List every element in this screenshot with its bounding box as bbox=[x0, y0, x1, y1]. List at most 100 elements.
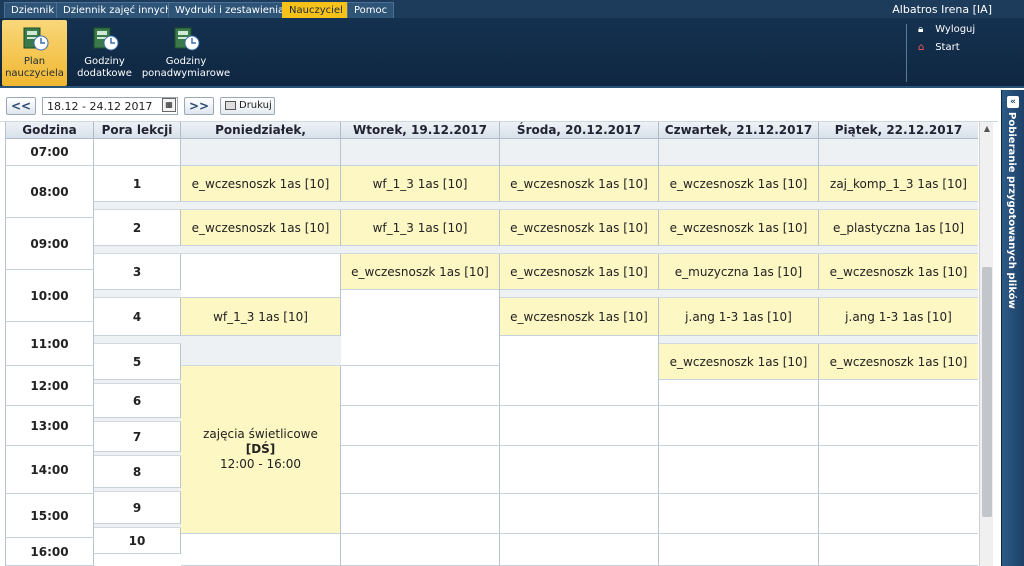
lesson-cell[interactable]: wf_1_3 1as [10] bbox=[181, 298, 341, 336]
downloads-side-panel[interactable]: « Pobieranie przygotowanych plików bbox=[1001, 90, 1024, 566]
hour-cell: 09:00 bbox=[6, 218, 94, 270]
date-range-input[interactable] bbox=[42, 97, 178, 115]
period-cell: 9 bbox=[94, 492, 181, 524]
ribbon-separator bbox=[906, 24, 907, 82]
break-gap bbox=[500, 202, 659, 210]
next-week-button[interactable]: >> bbox=[184, 97, 214, 115]
scroll-up-arrow-icon[interactable]: ▲ bbox=[980, 122, 994, 136]
empty-slot[interactable] bbox=[819, 494, 978, 534]
period-cell: 10 bbox=[94, 528, 181, 554]
period-cell: 4 bbox=[94, 298, 181, 336]
lesson-cell[interactable]: wf_1_3 1as [10] bbox=[341, 166, 500, 202]
lesson-cell[interactable]: e_wczesnoszk 1as [10] bbox=[659, 344, 819, 380]
home-icon: ⌂ bbox=[918, 42, 925, 53]
empty-slot[interactable] bbox=[659, 446, 819, 494]
empty-slot[interactable] bbox=[500, 336, 659, 406]
godziny-dodatkowe-button[interactable]: Godziny dodatkowe bbox=[72, 20, 137, 86]
lesson-cell[interactable]: wf_1_3 1as [10] bbox=[341, 210, 500, 246]
empty-slot[interactable] bbox=[341, 494, 500, 534]
collapse-icon[interactable]: « bbox=[1007, 96, 1019, 108]
hour-cell: 14:00 bbox=[6, 446, 94, 494]
break-gap bbox=[181, 336, 341, 366]
lesson-cell[interactable]: e_wczesnoszk 1as [10] bbox=[500, 166, 659, 202]
godziny-ponadwymiarowe-button[interactable]: Godziny ponadwymiarowe bbox=[140, 20, 232, 86]
empty-slot[interactable] bbox=[181, 254, 341, 298]
period-cell: 3 bbox=[94, 254, 181, 290]
hour-cell: 10:00 bbox=[6, 270, 94, 322]
long-event-time: 12:00 - 16:00 bbox=[219, 457, 302, 471]
break-gap bbox=[500, 246, 659, 254]
menu-tab-dziennik[interactable]: Dziennik bbox=[4, 2, 62, 18]
printer-icon bbox=[225, 100, 236, 110]
empty-slot[interactable] bbox=[819, 139, 978, 166]
lesson-cell[interactable]: j.ang 1-3 1as [10] bbox=[659, 298, 819, 336]
break-gap bbox=[819, 290, 978, 298]
empty-slot[interactable] bbox=[659, 406, 819, 446]
start-link[interactable]: ⌂ Start bbox=[918, 41, 960, 55]
menu-tab-wydruki[interactable]: Wydruki i zestawienia bbox=[168, 2, 292, 18]
lesson-cell[interactable]: e_wczesnoszk 1as [10] bbox=[659, 166, 819, 202]
lesson-cell[interactable]: e_wczesnoszk 1as [10] bbox=[819, 344, 978, 380]
empty-slot[interactable] bbox=[659, 534, 819, 566]
menu-tab-pomoc[interactable]: Pomoc bbox=[347, 2, 395, 18]
break-gap bbox=[500, 290, 659, 298]
empty-slot[interactable] bbox=[819, 446, 978, 494]
hour-cell: 16:00 bbox=[6, 538, 94, 566]
empty-slot[interactable] bbox=[659, 380, 819, 406]
prev-week-button[interactable]: << bbox=[6, 97, 36, 115]
lesson-cell[interactable]: e_muzyczna 1as [10] bbox=[659, 254, 819, 290]
period-empty bbox=[94, 139, 181, 166]
empty-slot[interactable] bbox=[341, 139, 500, 166]
header-pora-lekcji: Pora lekcji bbox=[94, 122, 181, 139]
break-gap bbox=[181, 202, 341, 210]
plan-nauczyciela-button[interactable]: Plan nauczyciela bbox=[2, 20, 67, 86]
empty-slot[interactable] bbox=[819, 380, 978, 406]
empty-slot[interactable] bbox=[341, 290, 500, 366]
print-button[interactable]: Drukuj bbox=[220, 97, 275, 115]
empty-slot[interactable] bbox=[341, 446, 500, 494]
ribbon-button-label-line2: ponadwymiarowe bbox=[141, 68, 231, 79]
empty-slot[interactable] bbox=[819, 534, 978, 566]
empty-slot[interactable] bbox=[181, 139, 341, 166]
empty-slot[interactable] bbox=[181, 534, 341, 566]
ribbon-button-label-line1: Godziny bbox=[84, 56, 125, 67]
lesson-cell[interactable]: j.ang 1-3 1as [10] bbox=[819, 298, 978, 336]
break-gap bbox=[94, 202, 181, 210]
long-event-cell[interactable]: zajęcia świetlicowe [DŚ] 12:00 - 16:00 bbox=[181, 366, 341, 534]
lesson-cell[interactable]: e_wczesnoszk 1as [10] bbox=[341, 254, 500, 290]
empty-slot[interactable] bbox=[341, 366, 500, 406]
menu-tab-dziennik-zajec-innych[interactable]: Dziennik zajęć innych bbox=[56, 2, 179, 18]
long-event-title: zajęcia świetlicowe bbox=[203, 427, 318, 441]
toolbar: << ▦ >> Drukuj bbox=[0, 88, 998, 122]
empty-slot[interactable] bbox=[659, 494, 819, 534]
lesson-cell[interactable]: e_wczesnoszk 1as [10] bbox=[819, 254, 978, 290]
break-gap bbox=[819, 202, 978, 210]
empty-slot[interactable] bbox=[500, 406, 659, 446]
calendar-board-icon bbox=[174, 27, 200, 51]
lesson-cell[interactable]: e_wczesnoszk 1as [10] bbox=[500, 254, 659, 290]
vertical-scrollbar[interactable]: ▲ bbox=[979, 122, 993, 566]
calendar-icon[interactable]: ▦ bbox=[162, 98, 176, 112]
wyloguj-link[interactable]: 🔒︎ Wyloguj bbox=[918, 23, 975, 37]
lesson-cell[interactable]: e_wczesnoszk 1as [10] bbox=[659, 210, 819, 246]
empty-slot[interactable] bbox=[500, 139, 659, 166]
break-gap bbox=[819, 246, 978, 254]
empty-slot[interactable] bbox=[819, 406, 978, 446]
empty-slot[interactable] bbox=[500, 534, 659, 566]
lesson-cell[interactable]: zaj_komp_1_3 1as [10] bbox=[819, 166, 978, 202]
empty-slot[interactable] bbox=[500, 446, 659, 494]
empty-slot[interactable] bbox=[341, 534, 500, 566]
empty-slot[interactable] bbox=[659, 139, 819, 166]
empty-slot[interactable] bbox=[500, 494, 659, 534]
lesson-cell[interactable]: e_wczesnoszk 1as [10] bbox=[500, 210, 659, 246]
scroll-thumb[interactable] bbox=[982, 267, 992, 517]
user-name: Albatros Irena [IA] bbox=[892, 3, 992, 16]
top-menu-bar: Dziennik Dziennik zajęć innych Wydruki i… bbox=[0, 0, 1024, 18]
lesson-cell[interactable]: e_wczesnoszk 1as [10] bbox=[181, 166, 341, 202]
empty-slot[interactable] bbox=[341, 406, 500, 446]
lesson-cell[interactable]: e_wczesnoszk 1as [10] bbox=[500, 298, 659, 336]
lesson-cell[interactable]: e_wczesnoszk 1as [10] bbox=[181, 210, 341, 246]
menu-tab-nauczyciel[interactable]: Nauczyciel bbox=[282, 2, 350, 18]
period-cell: 5 bbox=[94, 344, 181, 380]
lesson-cell[interactable]: e_plastyczna 1as [10] bbox=[819, 210, 978, 246]
